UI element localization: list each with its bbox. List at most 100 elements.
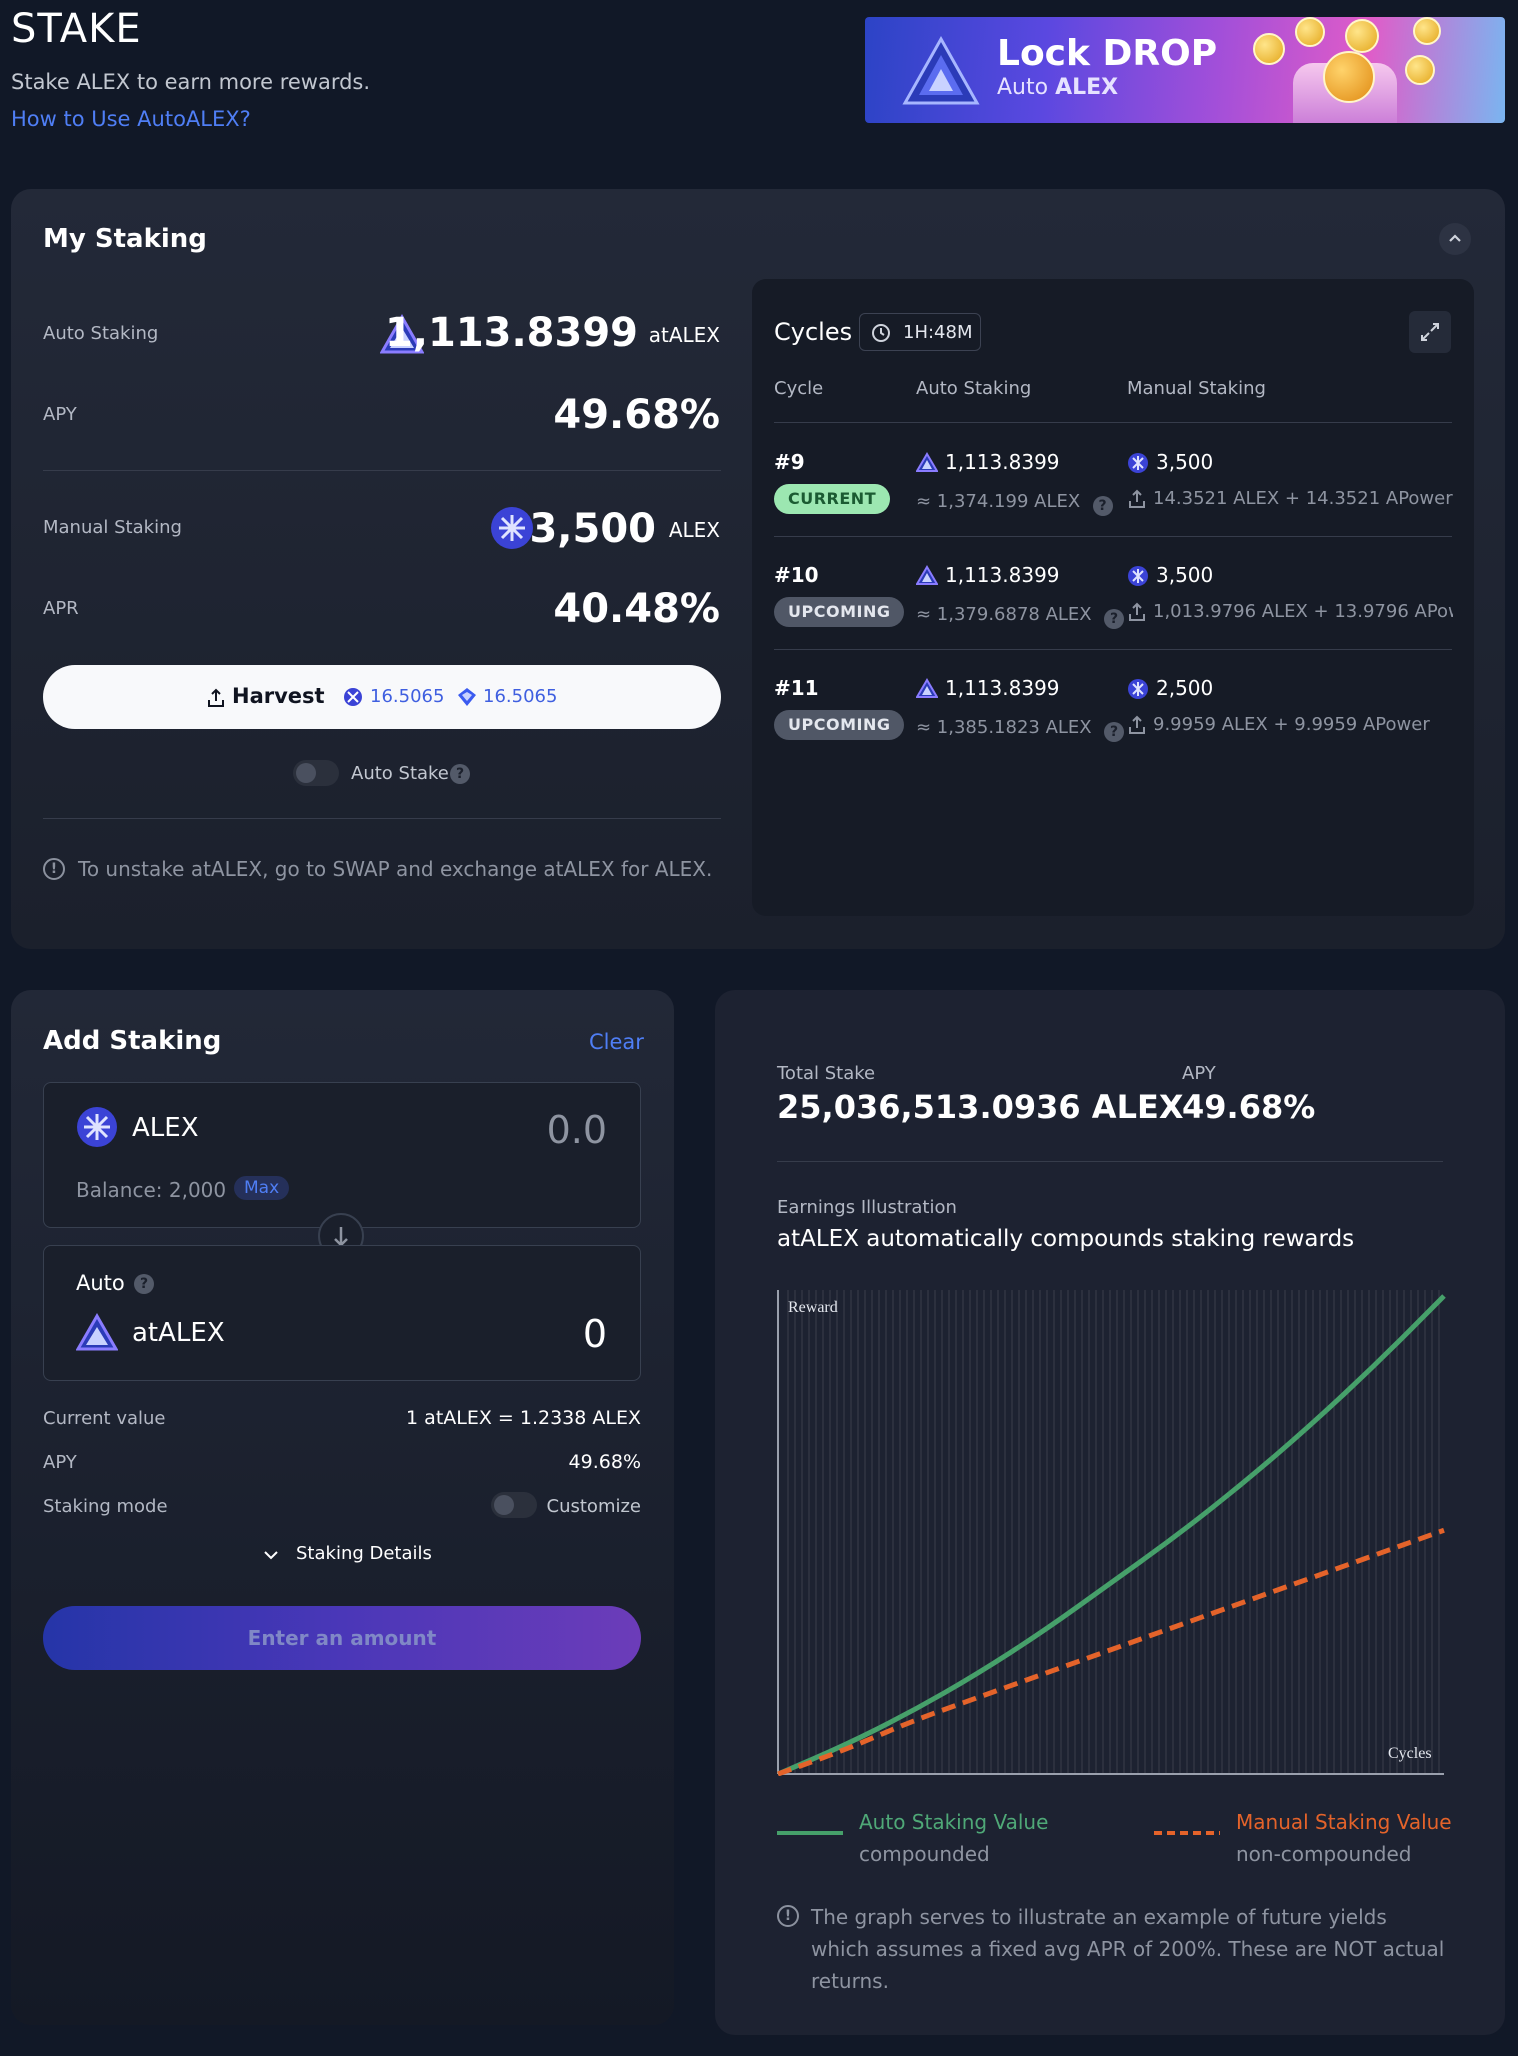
max-button[interactable]: Max	[234, 1176, 290, 1200]
from-token-name[interactable]: ALEX	[132, 1113, 199, 1143]
apr-label: APR	[43, 598, 79, 619]
stats-apy-value: 49.68%	[1182, 1088, 1316, 1126]
cycle-timer[interactable]: 1H:48M	[859, 313, 981, 351]
legend-auto-swatch	[777, 1831, 843, 1835]
add-apy-value: 49.68%	[568, 1451, 641, 1473]
question-icon[interactable]: ?	[1092, 496, 1113, 516]
legend-manual-label: Manual Staking Value	[1236, 1810, 1452, 1834]
cycle-auto-sub-row: ≈ 1,374.199 ALEX ?	[916, 488, 1113, 516]
total-stake-value: 25,036,513.0936 ALEX	[777, 1088, 1184, 1126]
add-apy-label: APY	[43, 1452, 77, 1473]
manual-staking-label: Manual Staking	[43, 517, 182, 538]
y-axis-label: Reward	[788, 1299, 838, 1316]
banner-subtitle: Auto ALEX	[997, 75, 1119, 100]
balance-text: Balance: 2,000	[76, 1178, 227, 1202]
question-icon[interactable]: ?	[1104, 609, 1124, 629]
cycle-auto-value: 1,113.8399	[945, 450, 1060, 474]
collapse-button[interactable]	[1439, 223, 1471, 255]
cycles-header-auto: Auto Staking	[916, 378, 1032, 399]
how-to-use-link[interactable]: How to Use AutoALEX?	[11, 107, 251, 131]
enter-amount-button[interactable]: Enter an amount	[43, 1606, 641, 1670]
lock-drop-banner[interactable]: Lock DROP Auto ALEX	[865, 17, 1505, 123]
cycle-manual-sub: 1,013.9796 ALEX + 13.9796 APowe	[1153, 601, 1453, 622]
cycle-manual-value: 2,500	[1156, 676, 1214, 700]
cycle-auto-value: 1,113.8399	[945, 563, 1060, 587]
cycle-number: #10	[774, 563, 819, 587]
staking-mode-value: Customize	[546, 1496, 641, 1517]
info-icon: !	[43, 858, 65, 880]
cycles-header-cycle: Cycle	[774, 378, 824, 399]
apr-value: 40.48%	[553, 586, 720, 632]
autoalex-logo-icon	[902, 35, 980, 105]
auto-staking-unit: atALEX	[648, 323, 720, 347]
auto-staking-series-line	[777, 1294, 1446, 1776]
status-badge: UPCOMING	[774, 710, 905, 740]
alex-token-icon	[1128, 679, 1148, 699]
unstake-note: To unstake atALEX, go to SWAP and exchan…	[78, 857, 713, 881]
auto-staking-label: Auto Staking	[43, 323, 159, 344]
expand-button[interactable]	[1409, 311, 1451, 353]
cycle-manual-value: 3,500	[1156, 450, 1214, 474]
harvest-label: Harvest	[232, 684, 325, 708]
legend-manual-swatch	[1154, 1831, 1220, 1835]
question-icon[interactable]: ?	[450, 764, 470, 784]
manual-staking-unit: ALEX	[668, 518, 720, 542]
coin-icon	[1253, 33, 1285, 65]
alex-token-icon	[1128, 453, 1148, 473]
divider	[777, 1161, 1443, 1162]
timer-icon	[872, 324, 890, 342]
harvest-icon	[208, 688, 224, 707]
apy-value: 49.68%	[553, 392, 720, 438]
staking-mode-toggle[interactable]	[491, 1492, 537, 1518]
to-token-name: atALEX	[132, 1318, 225, 1348]
chart-grid	[787, 1290, 1440, 1774]
earnings-title: atALEX automatically compounds staking r…	[777, 1226, 1355, 1252]
cycles-title: Cycles	[774, 318, 853, 346]
current-value-label: Current value	[43, 1408, 166, 1429]
page-title: STAKE	[11, 6, 142, 52]
add-staking-title: Add Staking	[43, 1026, 222, 1056]
apower-icon	[458, 688, 476, 706]
cycle-manual-sub: 14.3521 ALEX + 14.3521 APower	[1153, 488, 1453, 509]
to-label: Auto	[76, 1271, 125, 1295]
info-icon: !	[777, 1905, 799, 1927]
cycle-auto-sub: ≈ 1,379.6878 ALEX	[916, 604, 1092, 625]
manual-staking-value: 3,500	[529, 506, 656, 552]
harvest-button[interactable]: Harvest 16.5065 16.5065	[43, 665, 721, 729]
harvest-icon	[1129, 602, 1145, 621]
atalex-token-icon	[76, 1313, 118, 1351]
atalex-token-icon	[916, 678, 938, 698]
legend-auto-label: Auto Staking Value	[859, 1810, 1049, 1834]
cycle-auto-value: 1,113.8399	[945, 676, 1060, 700]
atalex-token-icon	[916, 452, 938, 472]
chart-disclaimer: The graph serves to illustrate an exampl…	[811, 1905, 1445, 1993]
legend-auto-sub: compounded	[859, 1842, 990, 1866]
question-icon[interactable]: ?	[1104, 722, 1124, 742]
coin-icon	[1405, 55, 1435, 85]
auto-stake-toggle[interactable]	[293, 760, 339, 786]
question-icon[interactable]: ?	[134, 1274, 154, 1294]
auto-staking-value: 1,113.8399	[384, 310, 638, 356]
chevron-down-icon	[264, 1551, 278, 1560]
divider	[774, 536, 1452, 537]
earnings-chart: Reward Cycles	[777, 1290, 1446, 1776]
cycle-manual-value: 3,500	[1156, 563, 1214, 587]
alex-token-icon	[344, 688, 362, 706]
staking-details-label: Staking Details	[296, 1543, 432, 1564]
chevron-up-icon	[1449, 234, 1461, 242]
my-staking-title: My Staking	[43, 224, 207, 254]
alex-token-icon	[77, 1107, 117, 1147]
clear-button[interactable]: Clear	[589, 1030, 644, 1054]
expand-icon	[1421, 323, 1439, 341]
coin-icon	[1413, 17, 1441, 45]
current-value: 1 atALEX = 1.2338 ALEX	[406, 1407, 641, 1429]
harvest-icon	[1129, 489, 1145, 508]
total-stake-label: Total Stake	[777, 1063, 876, 1084]
divider	[43, 470, 721, 471]
apy-label: APY	[43, 404, 77, 425]
auto-stake-label: Auto Stake	[351, 763, 449, 784]
timer-value: 1H:48M	[903, 322, 973, 343]
from-amount-input[interactable]: 0.0	[547, 1108, 607, 1152]
cycle-auto-sub-row: ≈ 1,379.6878 ALEX ?	[916, 601, 1124, 629]
cycle-auto-sub-row: ≈ 1,385.1823 ALEX ?	[916, 714, 1124, 742]
